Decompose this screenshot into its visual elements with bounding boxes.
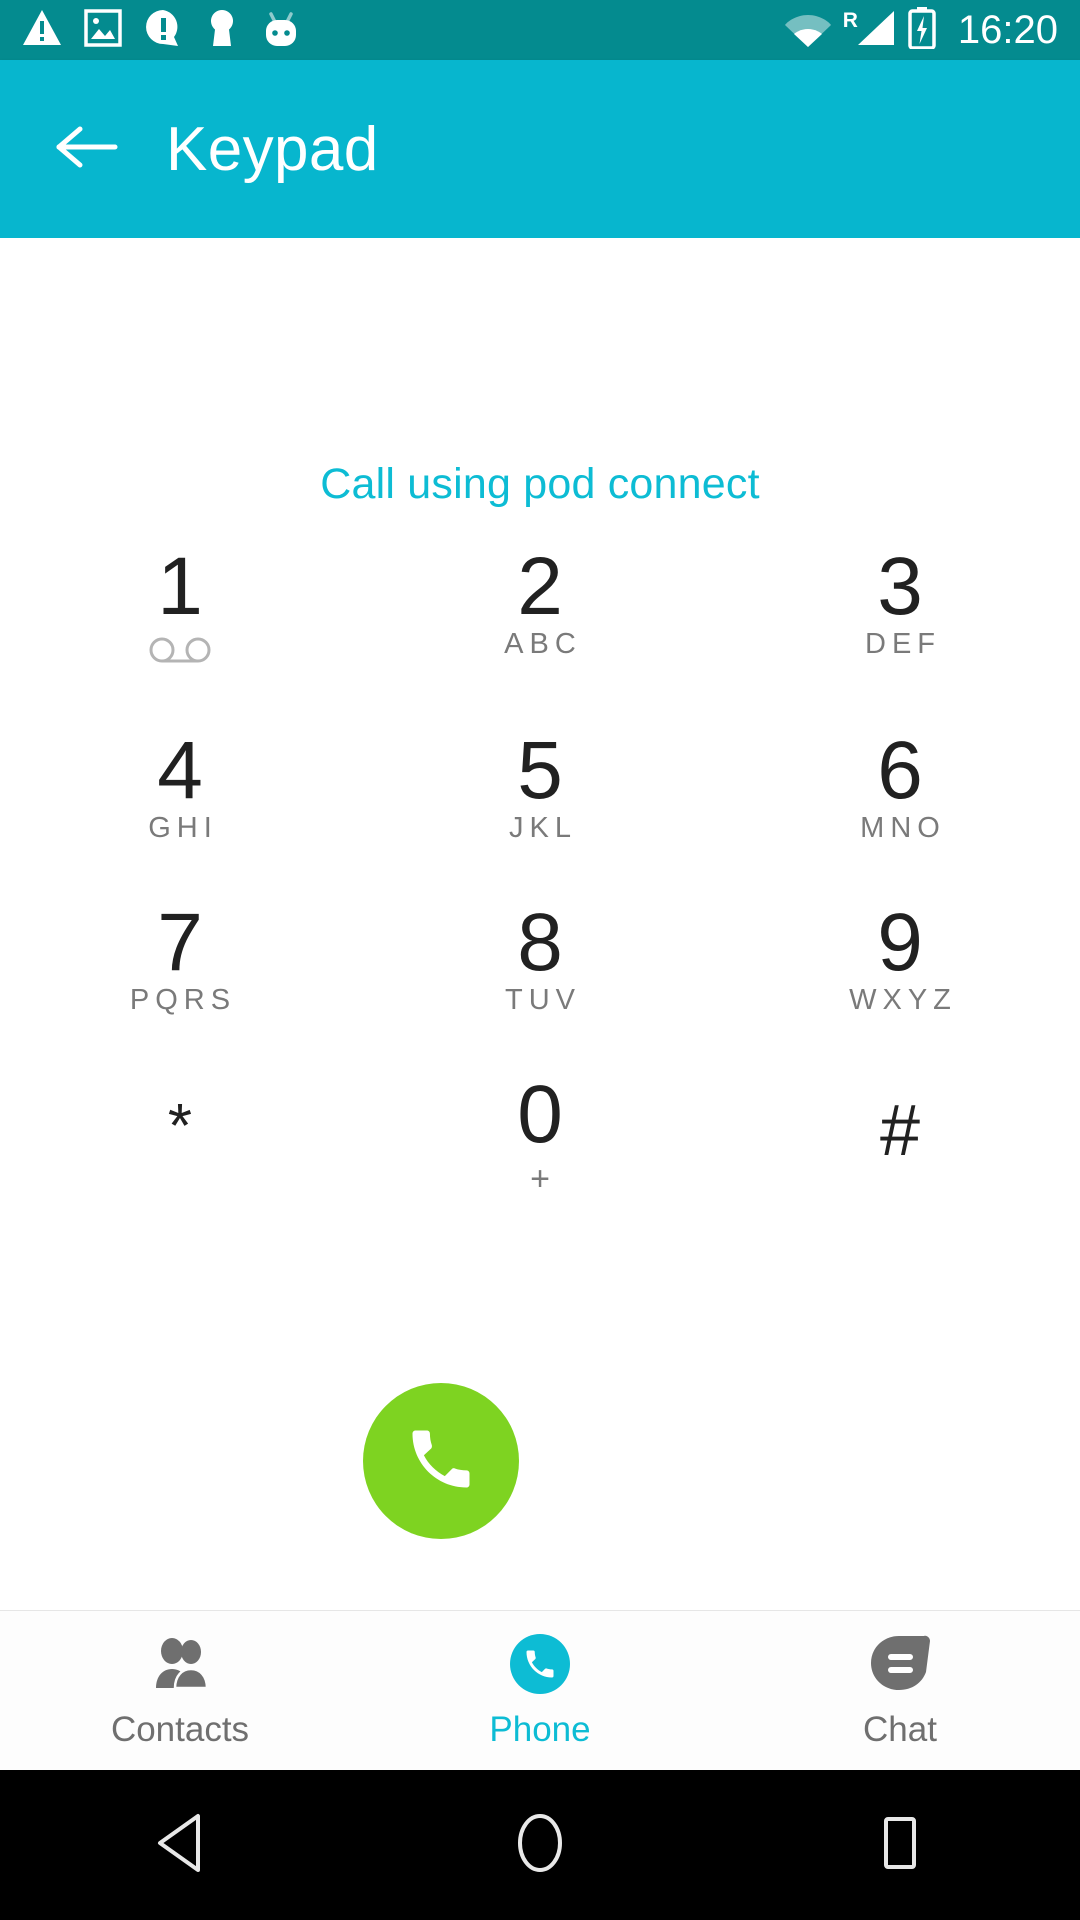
key-star-digit: * bbox=[167, 1092, 193, 1161]
status-bar-system-icons: R 16:20 bbox=[784, 6, 1058, 54]
tab-contacts[interactable]: Contacts bbox=[0, 1611, 360, 1770]
status-bar-notification-icons bbox=[22, 8, 302, 53]
key-6-digit: 6 bbox=[877, 725, 923, 816]
contacts-people-icon bbox=[148, 1632, 212, 1696]
tab-phone-label: Phone bbox=[489, 1709, 591, 1749]
bottom-tab-bar: Contacts Phone Chat bbox=[0, 1610, 1080, 1770]
key-7[interactable]: 7 PQRS bbox=[0, 882, 360, 1054]
tab-chat-label: Chat bbox=[863, 1709, 937, 1749]
key-1-digit: 1 bbox=[157, 541, 203, 632]
key-4-digit: 4 bbox=[157, 725, 203, 816]
roaming-indicator: R bbox=[843, 9, 896, 52]
battery-charging-icon bbox=[908, 6, 936, 54]
call-using-label: Call using pod connect bbox=[320, 460, 760, 508]
key-8-letters: TUV bbox=[505, 984, 581, 1017]
nav-recents-button[interactable] bbox=[720, 1770, 1080, 1920]
key-1[interactable]: 1 bbox=[0, 538, 360, 710]
key-0[interactable]: 0 + bbox=[360, 1054, 720, 1226]
key-0-digit: 0 bbox=[517, 1069, 563, 1160]
tab-phone[interactable]: Phone bbox=[360, 1611, 720, 1770]
keyhole-icon bbox=[206, 8, 238, 53]
tab-chat[interactable]: Chat bbox=[720, 1611, 1080, 1770]
nav-home-button[interactable] bbox=[360, 1770, 720, 1920]
android-marshmallow-icon bbox=[260, 8, 302, 53]
key-3[interactable]: 3 DEF bbox=[720, 538, 1080, 710]
key-3-letters: DEF bbox=[865, 628, 941, 661]
chat-bubble-icon bbox=[868, 1632, 932, 1696]
phone-screen: R 16:20 Keypad Call using pod connect 1 … bbox=[0, 0, 1080, 1920]
key-2[interactable]: 2 ABC bbox=[360, 538, 720, 710]
page-title: Keypad bbox=[166, 114, 379, 184]
key-9-letters: WXYZ bbox=[849, 984, 957, 1017]
key-5[interactable]: 5 JKL bbox=[360, 710, 720, 882]
tab-contacts-label: Contacts bbox=[110, 1709, 250, 1749]
key-9-digit: 9 bbox=[877, 897, 923, 988]
dial-keypad: 1 2 ABC 3 DEF 4 GHI 5 JKL 6 MNO 7 PQRS 8… bbox=[0, 538, 1080, 1226]
key-6[interactable]: 6 MNO bbox=[720, 710, 1080, 882]
warning-triangle-icon bbox=[22, 9, 62, 52]
status-bar: R 16:20 bbox=[0, 0, 1080, 60]
key-4-letters: GHI bbox=[148, 812, 218, 845]
nav-back-triangle-icon bbox=[152, 1812, 208, 1879]
back-button[interactable] bbox=[32, 94, 142, 204]
key-2-digit: 2 bbox=[517, 541, 563, 632]
nav-home-circle-icon bbox=[512, 1812, 568, 1879]
key-9[interactable]: 9 WXYZ bbox=[720, 882, 1080, 1054]
key-3-digit: 3 bbox=[877, 541, 923, 632]
key-star[interactable]: * bbox=[0, 1054, 360, 1226]
nav-recents-square-icon bbox=[872, 1812, 928, 1879]
key-8-digit: 8 bbox=[517, 897, 563, 988]
status-bar-clock: 16:20 bbox=[957, 8, 1058, 52]
phone-circle-icon bbox=[508, 1632, 572, 1696]
keypad-content: Call using pod connect 1 2 ABC 3 DEF 4 G… bbox=[0, 238, 1080, 1610]
back-arrow-icon bbox=[55, 123, 119, 176]
key-4[interactable]: 4 GHI bbox=[0, 710, 360, 882]
key-hash-digit: # bbox=[879, 1091, 921, 1171]
key-hash[interactable]: # bbox=[720, 1054, 1080, 1226]
key-5-digit: 5 bbox=[517, 725, 563, 816]
key-0-plus: + bbox=[530, 1160, 550, 1199]
voicemail-icon bbox=[149, 636, 211, 669]
key-6-letters: MNO bbox=[860, 812, 946, 845]
call-button[interactable] bbox=[363, 1383, 519, 1539]
app-bar: Keypad bbox=[0, 60, 1080, 238]
nav-back-button[interactable] bbox=[0, 1770, 360, 1920]
cellular-signal-icon bbox=[856, 9, 896, 52]
key-7-letters: PQRS bbox=[129, 984, 237, 1017]
screenshot-image-icon bbox=[84, 8, 122, 52]
wifi-icon bbox=[784, 9, 831, 52]
key-7-digit: 7 bbox=[157, 897, 203, 988]
android-nav-bar bbox=[0, 1770, 1080, 1920]
phone-handset-icon bbox=[403, 1421, 479, 1502]
key-8[interactable]: 8 TUV bbox=[360, 882, 720, 1054]
key-5-letters: JKL bbox=[509, 812, 577, 845]
alert-bubble-icon bbox=[144, 8, 184, 53]
key-2-letters: ABC bbox=[504, 628, 582, 661]
